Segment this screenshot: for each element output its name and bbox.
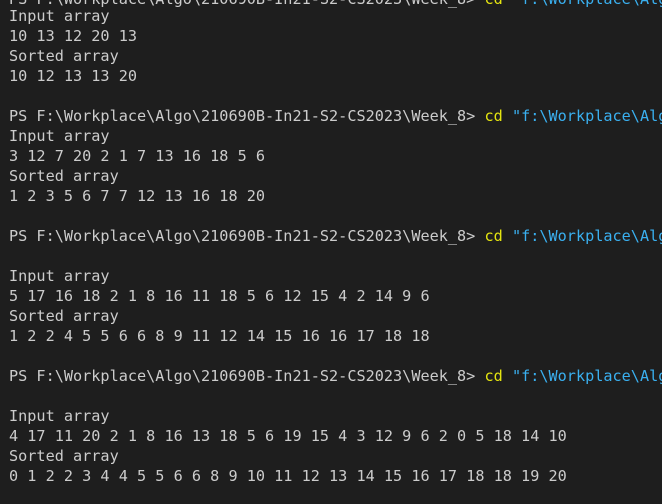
input-array-label: Input array	[9, 127, 110, 145]
prompt-line: PS F:\Workplace\Algo\210690B-In21-S2-CS2…	[9, 226, 662, 246]
command-name: cd	[484, 367, 503, 385]
sorted-array-label: Sorted array	[9, 307, 119, 325]
sorted-array-values: 10 12 13 13 20	[9, 67, 138, 85]
sorted-array-label: Sorted array	[9, 167, 119, 185]
prompt-path: PS F:\Workplace\Algo\210690B-In21-S2-CS2…	[9, 227, 476, 245]
input-array-values: 3 12 7 20 2 1 7 13 16 18 5 6	[9, 147, 266, 165]
command-name: cd	[484, 107, 503, 125]
sorted-array-label: Sorted array	[9, 447, 119, 465]
sorted-array-values: 1 2 2 4 5 5 6 6 8 9 11 12 14 15 16 16 17…	[9, 327, 430, 345]
input-array-values: 10 13 12 20 13	[9, 27, 138, 45]
input-array-label: Input array	[9, 267, 110, 285]
command-argument: "f:\Workplace\Algo	[511, 367, 662, 385]
sorted-array-values: 0 1 2 2 3 4 4 5 5 6 6 8 9 10 11 12 13 14…	[9, 467, 567, 485]
terminal-panel[interactable]: PS F:\Workplace\Algo\210690B-In21-S2-CS2…	[0, 0, 662, 504]
input-array-label: Input array	[9, 7, 110, 25]
command-argument: "f:\Workplace\Algo	[511, 227, 662, 245]
prompt-line: PS F:\Workplace\Algo\210690B-In21-S2-CS2…	[9, 106, 662, 126]
prompt-line: PS F:\Workplace\Algo\210690B-In21-S2-CS2…	[9, 366, 662, 386]
command-name: cd	[484, 0, 502, 8]
sorted-array-label: Sorted array	[9, 47, 119, 65]
input-array-label: Input array	[9, 407, 110, 425]
input-array-values: 5 17 16 18 2 1 8 16 11 18 5 6 12 15 4 2 …	[9, 287, 430, 305]
prompt-path: PS F:\Workplace\Algo\210690B-In21-S2-CS2…	[9, 367, 476, 385]
prompt-path: PS F:\Workplace\Algo\210690B-In21-S2-CS2…	[9, 107, 476, 125]
command-name: cd	[484, 227, 503, 245]
sorted-array-values: 1 2 3 5 6 7 7 12 13 16 18 20	[9, 187, 266, 205]
input-array-values: 4 17 11 20 2 1 8 16 13 18 5 6 19 15 4 3 …	[9, 427, 567, 445]
command-argument: "f:\Workplace\Algo	[512, 0, 662, 8]
command-argument: "f:\Workplace\Algo	[511, 107, 662, 125]
